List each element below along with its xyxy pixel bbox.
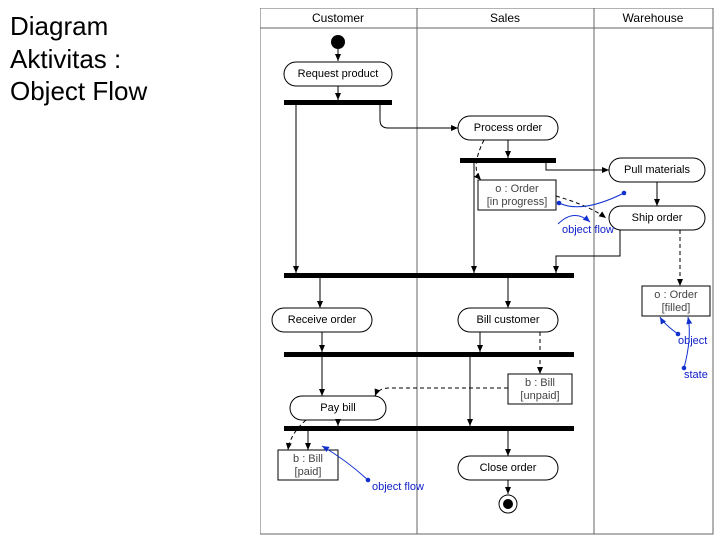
object-name: o : Order — [495, 183, 539, 195]
lane-header: Sales — [490, 11, 520, 25]
join-bar-icon — [284, 273, 574, 278]
annotation-object-flow: object flow — [562, 224, 614, 236]
activity-label: Process order — [474, 122, 543, 134]
annotation-state: state — [684, 369, 708, 381]
activity-label: Receive order — [288, 314, 357, 326]
object-state: [in progress] — [487, 196, 548, 208]
activity-label: Ship order — [632, 212, 683, 224]
lane-header: Warehouse — [623, 11, 684, 25]
title-line: Aktivitas : — [10, 43, 147, 76]
activity-label: Close order — [480, 462, 537, 474]
fork-bar-icon — [460, 158, 556, 163]
fork-bar-icon — [284, 100, 392, 105]
fork-bar-icon — [284, 426, 574, 431]
object-name: b : Bill — [525, 377, 555, 389]
join-bar-icon — [284, 352, 574, 357]
annotation-object: object — [678, 335, 707, 347]
activity-label: Pull materials — [624, 164, 691, 176]
lane-header: Customer — [312, 11, 364, 25]
annotation-object-flow: object flow — [372, 481, 424, 493]
initial-node-icon — [331, 35, 345, 49]
page-title: Diagram Aktivitas : Object Flow — [10, 10, 147, 108]
activity-label: Request product — [298, 68, 379, 80]
object-state: [paid] — [295, 466, 322, 478]
activity-diagram: Customer Sales Warehouse Request product… — [260, 8, 715, 538]
object-state: [unpaid] — [520, 390, 559, 402]
title-line: Diagram — [10, 10, 147, 43]
activity-label: Bill customer — [477, 314, 540, 326]
object-name: b : Bill — [293, 453, 323, 465]
object-name: o : Order — [654, 289, 698, 301]
title-line: Object Flow — [10, 75, 147, 108]
activity-label: Pay bill — [320, 402, 355, 414]
object-state: [filled] — [662, 302, 691, 314]
